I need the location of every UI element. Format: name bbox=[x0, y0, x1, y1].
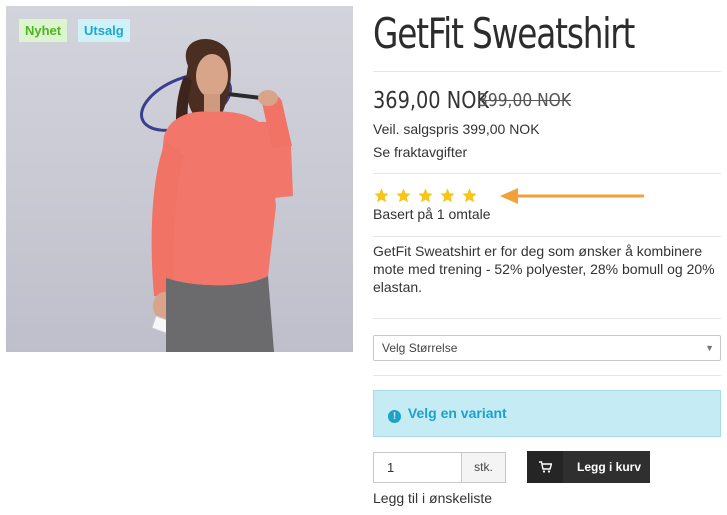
star-icon bbox=[396, 188, 411, 203]
shipping-link[interactable]: Se fraktavgifter bbox=[373, 144, 467, 161]
add-to-cart-label: Legg i kurv bbox=[577, 460, 642, 474]
product-image[interactable]: Nyhet Utsalg bbox=[6, 6, 353, 352]
product-description: GetFit Sweatshirt er for deg som ønsker … bbox=[373, 243, 715, 295]
star-icon bbox=[418, 188, 433, 203]
divider bbox=[373, 236, 721, 237]
badge-sale: Utsalg bbox=[78, 19, 130, 42]
alert-text: Velg en variant bbox=[407, 405, 507, 421]
recommended-price: Veil. salgspris 399,00 NOK bbox=[373, 121, 540, 137]
star-icon bbox=[374, 188, 389, 203]
divider bbox=[373, 71, 721, 72]
quantity-input[interactable]: 1 bbox=[373, 452, 461, 483]
star-icon bbox=[440, 188, 455, 203]
rating-stars[interactable] bbox=[373, 187, 478, 204]
reviews-count[interactable]: Basert på 1 omtale bbox=[373, 206, 491, 223]
add-to-cart-button[interactable]: Legg i kurv bbox=[527, 451, 650, 483]
price-current: 369,00 NOK bbox=[373, 88, 490, 114]
wishlist-link[interactable]: Legg til i ønskeliste bbox=[373, 490, 492, 507]
info-icon: ! bbox=[388, 410, 401, 423]
divider bbox=[373, 375, 721, 376]
variant-alert: ! Velg en variant bbox=[373, 390, 721, 437]
price-row: 369,00 NOK 399,00 NOK bbox=[373, 88, 571, 114]
price-old: 399,00 NOK bbox=[478, 90, 572, 111]
star-icon bbox=[462, 188, 477, 203]
quantity-unit: stk. bbox=[461, 452, 506, 483]
badge-new: Nyhet bbox=[19, 19, 68, 42]
cart-icon bbox=[527, 451, 563, 483]
divider bbox=[373, 173, 721, 174]
product-title: GetFit Sweatshirt bbox=[373, 9, 635, 58]
chevron-down-icon: ▼ bbox=[705, 343, 714, 353]
size-select-value: Velg Størrelse bbox=[382, 341, 458, 355]
divider bbox=[373, 318, 721, 319]
product-photo bbox=[140, 39, 293, 352]
annotation-arrow-icon bbox=[500, 188, 644, 204]
size-select[interactable]: Velg Størrelse ▼ bbox=[373, 335, 721, 361]
